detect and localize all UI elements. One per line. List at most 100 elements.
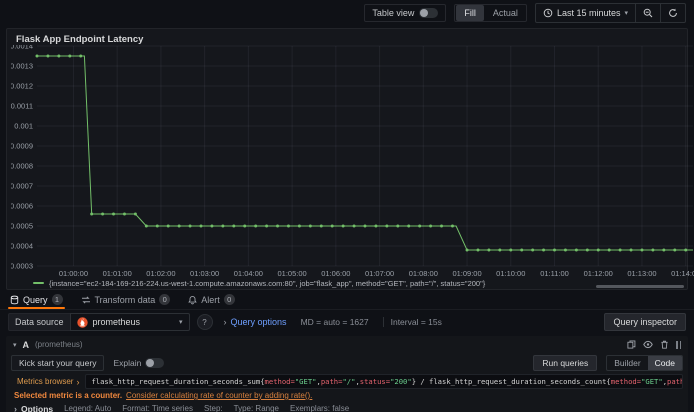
tab-alert[interactable]: Alert 0 (188, 290, 235, 309)
time-range-label: Last 15 minutes (556, 8, 621, 18)
chevron-down-icon: ▾ (179, 319, 183, 326)
legend-scrollbar[interactable] (596, 285, 684, 288)
editor-tabs: Query 1 Transform data 0 Alert 0 (0, 290, 694, 310)
chevron-right-icon: › (76, 376, 80, 387)
datasource-help-button[interactable]: ? (196, 314, 213, 330)
query-row-header[interactable]: ▾ A (prometheus) (11, 338, 683, 351)
time-range-picker[interactable]: Last 15 minutes ▾ (536, 4, 635, 22)
explain-toggle[interactable] (145, 357, 165, 368)
tab-transform-data[interactable]: Transform data 0 (81, 290, 171, 309)
option-exemplars: Exemplars: false (290, 404, 350, 412)
trash-icon[interactable] (660, 340, 669, 349)
tab-query[interactable]: Query 1 (8, 290, 65, 309)
code-mode-button[interactable]: Code (647, 355, 682, 370)
datasource-row: Data source prometheus ▾ ? › Query optio… (0, 310, 694, 334)
datasource-name: prometheus (92, 317, 141, 327)
table-view-toggle[interactable] (419, 8, 439, 18)
options-label: Options (21, 403, 54, 412)
clock-icon (543, 8, 553, 18)
datasource-picker[interactable]: prometheus ▾ (69, 313, 190, 331)
svg-text:01:11:00: 01:11:00 (540, 269, 569, 278)
fill-button[interactable]: Fill (456, 5, 484, 21)
actual-button[interactable]: Actual (485, 5, 526, 21)
svg-text:0.0007: 0.0007 (11, 182, 33, 191)
option-type: Type: Range (233, 404, 280, 412)
query-datasource-hint: (prometheus) (35, 340, 83, 349)
tab-query-label: Query (23, 294, 48, 305)
chevron-right-icon: › (223, 317, 227, 327)
options-toggle[interactable]: › Options (14, 404, 53, 412)
magnifier-minus-icon (643, 8, 653, 18)
editor-mode-switch: Builder Code (606, 354, 683, 371)
datasource-label: Data source (8, 313, 70, 331)
chart-legend: {instance="ec2-184-169-216-224.us-west-1… (33, 277, 485, 289)
table-view-label: Table view (372, 8, 415, 18)
legend-series-label[interactable]: {instance="ec2-184-169-216-224.us-west-1… (49, 279, 485, 288)
promql-editor[interactable]: flask_http_request_duration_seconds_sum{… (85, 374, 683, 389)
query-inspector-button[interactable]: Query inspector (604, 313, 686, 331)
tab-transform-label: Transform data (94, 294, 156, 305)
time-controls: Last 15 minutes ▾ (534, 3, 686, 23)
svg-text:0.001: 0.001 (14, 122, 33, 131)
svg-text:0.0012: 0.0012 (11, 82, 33, 91)
tab-transform-count: 0 (159, 294, 171, 305)
prometheus-icon (76, 316, 88, 328)
builder-mode-button[interactable]: Builder (607, 356, 647, 370)
warning-text: Selected metric is a counter. (14, 391, 123, 400)
query-editor-card: ▾ A (prometheus) Kick start your query E… (6, 336, 688, 412)
svg-text:0.0009: 0.0009 (11, 142, 33, 151)
fill-actual-group: Fill Actual (454, 4, 527, 22)
query-ref-id: A (22, 339, 30, 350)
max-data-points-summary: MD = auto = 1627 (300, 317, 369, 327)
counter-warning: Selected metric is a counter. Consider c… (11, 390, 683, 401)
query-options-label: Query options (230, 317, 287, 327)
latency-chart[interactable]: 0.0014 0.0013 0.0012 0.0011 0.001 0.0009 0.000… (11, 45, 694, 279)
svg-text:0.0013: 0.0013 (11, 62, 33, 71)
svg-text:01:10:00: 01:10:00 (496, 269, 525, 278)
option-legend: Legend: Auto (64, 404, 112, 412)
top-toolbar: Table view Fill Actual Last 15 minutes ▾ (0, 0, 694, 26)
interval-summary: Interval = 15s (382, 317, 449, 327)
svg-text:01:13:00: 01:13:00 (627, 269, 656, 278)
legend-swatch (33, 282, 44, 284)
run-queries-button[interactable]: Run queries (533, 354, 598, 371)
refresh-button[interactable] (660, 4, 685, 22)
query-code: flask_http_request_duration_seconds_sum{… (91, 377, 682, 386)
warning-rate-link[interactable]: Consider calculating rate of counter by … (126, 391, 312, 400)
copy-icon[interactable] (627, 340, 636, 349)
metrics-browser-label: Metrics browser (17, 377, 74, 386)
kick-start-button[interactable]: Kick start your query (11, 354, 105, 371)
svg-text:0.0006: 0.0006 (11, 202, 33, 211)
option-step: Step: (203, 404, 223, 412)
svg-text:01:14:00: 01:14:00 (671, 269, 694, 278)
database-icon (10, 295, 19, 304)
query-options-toggle[interactable]: › Query options (224, 317, 287, 327)
query-code-row: Metrics browser › flask_http_request_dur… (11, 374, 683, 389)
svg-text:0.0005: 0.0005 (11, 222, 33, 231)
svg-text:01:12:00: 01:12:00 (584, 269, 613, 278)
svg-text:0.0011: 0.0011 (11, 102, 33, 111)
svg-text:0.0008: 0.0008 (11, 162, 33, 171)
collapse-chevron-icon[interactable]: ▾ (13, 341, 17, 349)
metrics-browser-toggle[interactable]: Metrics browser › (11, 374, 85, 389)
explain-group: Explain (113, 357, 165, 368)
bell-icon (188, 295, 197, 304)
chevron-right-icon: › (14, 403, 17, 412)
toggle-knob (420, 9, 429, 17)
explain-label: Explain (113, 357, 142, 368)
drag-handle[interactable] (676, 340, 681, 349)
panel-title: Flask App Endpoint Latency (16, 34, 144, 45)
svg-text:0.0014: 0.0014 (11, 45, 33, 51)
tab-alert-label: Alert (201, 294, 220, 305)
zoom-out-button[interactable] (635, 4, 660, 22)
latency-panel: Flask App Endpoint Latency 0.0014 0.0013 0… (6, 28, 694, 290)
tab-alert-count: 0 (223, 294, 235, 305)
tab-query-count: 1 (51, 294, 63, 305)
table-view-group: Table view (364, 4, 447, 22)
query-row-actions (627, 340, 681, 349)
eye-icon[interactable] (643, 340, 653, 349)
query-options-summary-row: › Options Legend: Auto Format: Time seri… (11, 402, 683, 412)
option-format: Format: Time series (122, 404, 193, 412)
svg-text:0.0004: 0.0004 (11, 242, 33, 251)
chevron-down-icon: ▾ (624, 10, 628, 17)
